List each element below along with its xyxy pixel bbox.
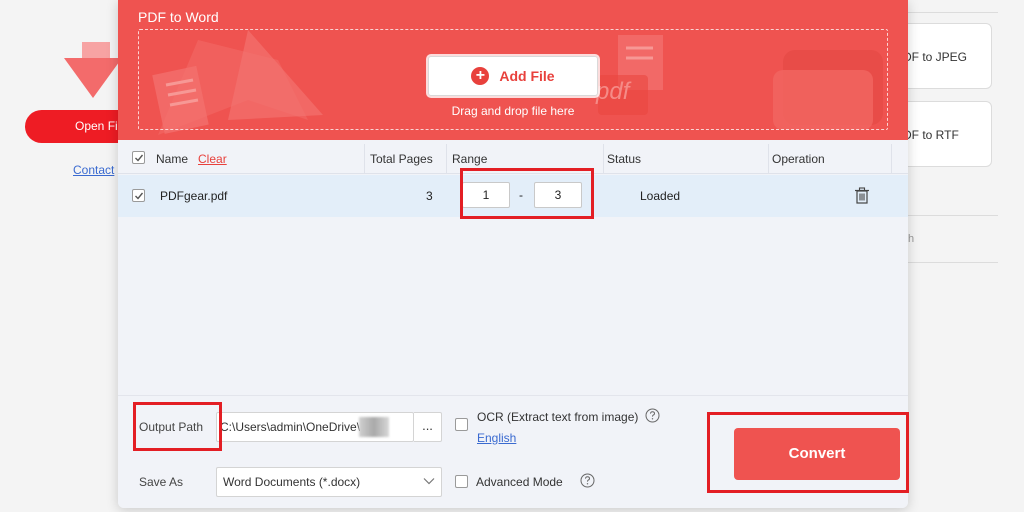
range-highlight-box (460, 168, 594, 219)
trash-icon[interactable] (854, 187, 870, 204)
clear-link[interactable]: Clear (198, 152, 227, 166)
column-name: Name Clear (156, 152, 227, 166)
total-pages-value: 3 (426, 189, 433, 203)
column-total-pages: Total Pages (370, 152, 433, 166)
select-all-checkbox[interactable] (132, 151, 145, 164)
checkbox-checked-icon (135, 192, 144, 200)
column-divider (446, 144, 447, 174)
advanced-mode-label: Advanced Mode (476, 475, 563, 489)
download-arrow-logo-icon (64, 42, 122, 98)
drop-hint: Drag and drop file here (451, 104, 575, 118)
divider (908, 215, 998, 216)
tool-card-label: DF to RTF (903, 128, 959, 142)
output-path-value: C:\Users\admin\OneDrive\ (220, 420, 361, 434)
save-as-value: Word Documents (*.docx) (223, 475, 361, 489)
column-operation: Operation (772, 152, 825, 166)
dialog-title: PDF to Word (138, 9, 219, 25)
background-sidebar: Open Fi Contact (0, 0, 135, 512)
output-path-highlight-box (133, 402, 222, 451)
partial-text: h (908, 233, 915, 245)
column-status: Status (607, 152, 642, 166)
tool-card-label: DF to JPEG (903, 50, 968, 64)
row-checkbox[interactable] (132, 189, 145, 202)
ocr-language-link[interactable]: English (477, 431, 516, 445)
column-divider (364, 144, 365, 174)
convert-highlight-box (707, 412, 909, 493)
file-name: PDFgear.pdf (160, 189, 228, 203)
checkbox-checked-icon (135, 154, 144, 162)
column-range: Range (452, 152, 488, 166)
column-name-label: Name (156, 152, 189, 166)
plus-icon: + (471, 67, 490, 85)
column-divider (603, 144, 604, 174)
save-as-label: Save As (139, 475, 184, 489)
divider (908, 12, 998, 13)
help-circle-icon[interactable] (580, 473, 595, 488)
column-divider (891, 144, 892, 174)
column-divider (768, 144, 769, 174)
output-path-input[interactable]: C:\Users\admin\OneDrive\ (216, 412, 414, 442)
dialog-header: pdf PDF to Word + Add File Drag and drop… (118, 0, 908, 140)
divider (908, 262, 998, 263)
save-as-select[interactable]: Word Documents (*.docx) (216, 467, 442, 497)
status-value: Loaded (640, 189, 681, 203)
add-file-button[interactable]: + Add File (428, 56, 598, 96)
add-file-label: Add File (499, 68, 555, 84)
contact-link[interactable]: Contact (73, 163, 114, 177)
advanced-mode-checkbox[interactable] (455, 475, 468, 488)
redacted-path-segment (359, 417, 389, 437)
chevron-down-icon (423, 478, 435, 485)
ocr-label: OCR (Extract text from image) (477, 410, 639, 424)
file-list-empty-area (118, 217, 908, 395)
ocr-checkbox[interactable] (455, 418, 468, 431)
browse-button[interactable]: ... (414, 412, 442, 442)
help-circle-icon[interactable] (645, 408, 660, 423)
